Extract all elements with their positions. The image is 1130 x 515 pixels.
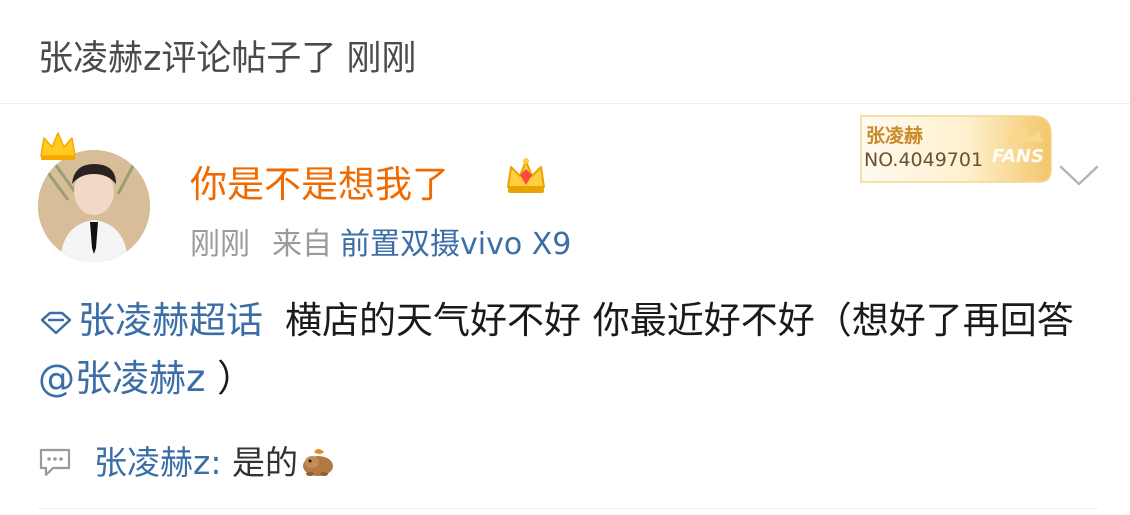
comment-row[interactable]: 张凌赫z: 是的 xyxy=(38,436,336,484)
super-topic-icon xyxy=(40,311,72,335)
chevron-down-icon[interactable] xyxy=(1058,162,1100,190)
post-time: 刚刚 xyxy=(190,227,250,262)
header-divider xyxy=(0,103,1130,104)
device-link[interactable]: 前置双摄vivo X9 xyxy=(340,227,571,262)
bottom-divider xyxy=(38,508,1098,509)
post-meta: 刚刚 来自 前置双摄vivo X9 xyxy=(190,219,571,263)
comment-text: 是的 xyxy=(231,443,298,482)
comment-author[interactable]: 张凌赫z: xyxy=(94,443,221,482)
mention-link[interactable]: @张凌赫z xyxy=(38,357,205,400)
capybara-emoji-icon xyxy=(302,449,333,476)
fans-badge-label: FANS xyxy=(992,146,1044,167)
notification-text: 张凌赫z评论帖子了 xyxy=(38,39,337,79)
vip-crown-icon[interactable] xyxy=(503,155,549,197)
post-text: 横店的天气好不好 你最近好不好（想好了再回答 xyxy=(285,299,1074,342)
avatar[interactable] xyxy=(38,150,150,262)
post-text-end: ） xyxy=(205,357,255,400)
fans-badge-number: NO.4049701 xyxy=(864,149,984,171)
post-username[interactable]: 你是不是想我了 xyxy=(190,154,449,208)
super-topic-link[interactable]: 张凌赫超话 xyxy=(38,299,263,342)
source-prefix: 来自 xyxy=(272,227,332,262)
fans-badge-name: 张凌赫 xyxy=(866,125,924,147)
notification-time: 刚刚 xyxy=(346,39,417,79)
notification-title: 张凌赫z评论帖子了 刚刚 xyxy=(38,30,416,81)
super-topic-text: 张凌赫超话 xyxy=(78,299,263,342)
comment-icon xyxy=(39,448,71,477)
post-body: 张凌赫超话 横店的天气好不好 你最近好不好（想好了再回答 @张凌赫z ） xyxy=(38,292,1098,408)
avatar-group[interactable] xyxy=(38,130,154,262)
crown-icon xyxy=(38,130,78,162)
